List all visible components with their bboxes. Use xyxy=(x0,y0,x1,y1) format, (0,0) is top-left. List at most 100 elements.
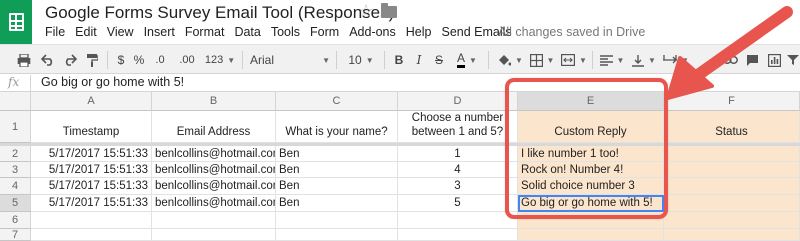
row-header-2[interactable]: 2 xyxy=(0,146,31,162)
chevron-down-icon: ▼ xyxy=(515,55,523,65)
table-cell-timestamp[interactable]: 5/17/2017 15:51:33 xyxy=(31,146,152,162)
align-left-icon xyxy=(599,54,613,66)
row-header-5[interactable]: 5 xyxy=(0,195,31,212)
table-cell-status[interactable] xyxy=(664,195,800,212)
print-icon[interactable] xyxy=(14,50,34,70)
table-cell-timestamp[interactable]: 5/17/2017 15:51:33 xyxy=(31,178,152,195)
table-cell-number[interactable]: 4 xyxy=(398,162,518,178)
empty-cell[interactable] xyxy=(276,229,398,241)
empty-cell[interactable] xyxy=(152,229,276,241)
font-family-label: Arial xyxy=(250,53,275,67)
table-cell-status[interactable] xyxy=(664,178,800,195)
menu-insert[interactable]: Insert xyxy=(139,25,180,41)
empty-cell[interactable] xyxy=(31,229,152,241)
table-cell-email[interactable]: benlcollins@hotmail.com xyxy=(152,178,276,195)
menu-addons[interactable]: Add-ons xyxy=(344,25,401,41)
table-cell-email[interactable]: benlcollins@hotmail.com xyxy=(152,162,276,178)
chevron-down-icon: ▼ xyxy=(322,55,330,65)
format-currency-icon[interactable]: $ xyxy=(113,50,129,70)
annotation-highlight-box xyxy=(505,78,668,219)
decrease-decimal-button[interactable]: .0 xyxy=(149,50,171,70)
empty-cell[interactable] xyxy=(518,229,664,241)
row-header-7[interactable]: 7 xyxy=(0,229,31,241)
more-formats-dropdown[interactable]: 123 ▼ xyxy=(203,50,237,70)
empty-cell[interactable] xyxy=(398,229,518,241)
save-status[interactable]: All changes saved in Drive xyxy=(498,25,645,39)
increase-decimal-button[interactable]: .00 xyxy=(173,50,201,70)
font-family-dropdown[interactable]: Arial ▼ xyxy=(250,50,330,70)
header-cell-number[interactable]: Choose a number between 1 and 5? xyxy=(398,111,518,143)
italic-button[interactable]: I xyxy=(410,50,428,70)
chevron-down-icon: ▼ xyxy=(227,55,236,65)
sheets-logo-icon[interactable] xyxy=(0,0,32,44)
formula-input[interactable]: Go big or go home with 5! xyxy=(41,75,184,89)
chevron-down-icon: ▼ xyxy=(546,55,555,65)
table-cell-name[interactable]: Ben xyxy=(276,162,398,178)
borders-icon xyxy=(529,53,543,67)
menu-view[interactable]: View xyxy=(102,25,139,41)
text-color-dropdown[interactable]: A ▼ xyxy=(452,50,482,70)
table-cell-status[interactable] xyxy=(664,146,800,162)
menu-help[interactable]: Help xyxy=(401,25,437,41)
empty-cell[interactable] xyxy=(398,212,518,229)
empty-cell[interactable] xyxy=(152,212,276,229)
table-cell-name[interactable]: Ben xyxy=(276,195,398,212)
text-color-icon: A xyxy=(457,52,466,68)
align-dropdown[interactable]: ▼ xyxy=(598,50,626,70)
fx-icon: fx xyxy=(8,75,20,89)
table-cell-number[interactable]: 3 xyxy=(398,178,518,195)
menu-tools[interactable]: Tools xyxy=(266,25,305,41)
redo-icon[interactable] xyxy=(60,50,80,70)
strikethrough-button[interactable]: S xyxy=(430,50,448,70)
font-size-label: 10 xyxy=(348,53,362,67)
column-header-b[interactable]: B xyxy=(152,92,276,111)
table-cell-timestamp[interactable]: 5/17/2017 15:51:33 xyxy=(31,162,152,178)
bold-button[interactable]: B xyxy=(390,50,408,70)
vertical-align-icon xyxy=(632,54,645,67)
column-header-c[interactable]: C xyxy=(276,92,398,111)
merge-icon xyxy=(561,54,576,66)
row-header-1[interactable]: 1 xyxy=(0,111,31,143)
borders-dropdown[interactable]: ▼ xyxy=(528,50,556,70)
menu-form[interactable]: Form xyxy=(305,25,344,41)
table-cell-name[interactable]: Ben xyxy=(276,178,398,195)
column-header-a[interactable]: A xyxy=(31,92,152,111)
row-header-4[interactable]: 4 xyxy=(0,178,31,195)
table-cell-status[interactable] xyxy=(664,162,800,178)
table-cell-number[interactable]: 5 xyxy=(398,195,518,212)
menu-bar: File Edit View Insert Format Data Tools … xyxy=(45,25,517,41)
empty-cell[interactable] xyxy=(276,212,398,229)
undo-icon[interactable] xyxy=(38,50,58,70)
empty-cell[interactable] xyxy=(31,212,152,229)
chevron-down-icon: ▼ xyxy=(469,55,477,65)
table-cell-email[interactable]: benlcollins@hotmail.com xyxy=(152,195,276,212)
folder-icon[interactable] xyxy=(381,3,397,18)
menu-edit[interactable]: Edit xyxy=(70,25,102,41)
format-percent-button[interactable]: % xyxy=(131,50,147,70)
table-cell-name[interactable]: Ben xyxy=(276,146,398,162)
font-size-dropdown[interactable]: 10 ▼ xyxy=(344,50,378,70)
menu-data[interactable]: Data xyxy=(229,25,265,41)
menu-file[interactable]: File xyxy=(45,25,70,41)
row-header-3[interactable]: 3 xyxy=(0,162,31,178)
fill-color-dropdown[interactable]: ▼ xyxy=(496,50,524,70)
document-title[interactable]: Google Forms Survey Email Tool (Response… xyxy=(45,3,394,23)
header-cell-name[interactable]: What is your name? xyxy=(276,111,398,143)
merge-cells-dropdown[interactable]: ▼ xyxy=(560,50,588,70)
paint-format-icon[interactable] xyxy=(82,50,102,70)
column-header-d[interactable]: D xyxy=(398,92,518,111)
row-header-6[interactable]: 6 xyxy=(0,212,31,229)
table-cell-number[interactable]: 1 xyxy=(398,146,518,162)
empty-cell[interactable] xyxy=(664,229,800,241)
chevron-down-icon: ▼ xyxy=(616,55,625,65)
header-cell-email[interactable]: Email Address xyxy=(152,111,276,143)
chevron-down-icon: ▼ xyxy=(365,55,374,65)
chevron-down-icon: ▼ xyxy=(579,55,587,65)
menu-format[interactable]: Format xyxy=(180,25,230,41)
header-cell-timestamp[interactable]: Timestamp xyxy=(31,111,152,143)
star-icon[interactable]: ☆ xyxy=(358,1,374,22)
table-cell-timestamp[interactable]: 5/17/2017 15:51:33 xyxy=(31,195,152,212)
select-all-corner[interactable] xyxy=(0,92,31,111)
empty-cell[interactable] xyxy=(664,212,800,229)
table-cell-email[interactable]: benlcollins@hotmail.com xyxy=(152,146,276,162)
